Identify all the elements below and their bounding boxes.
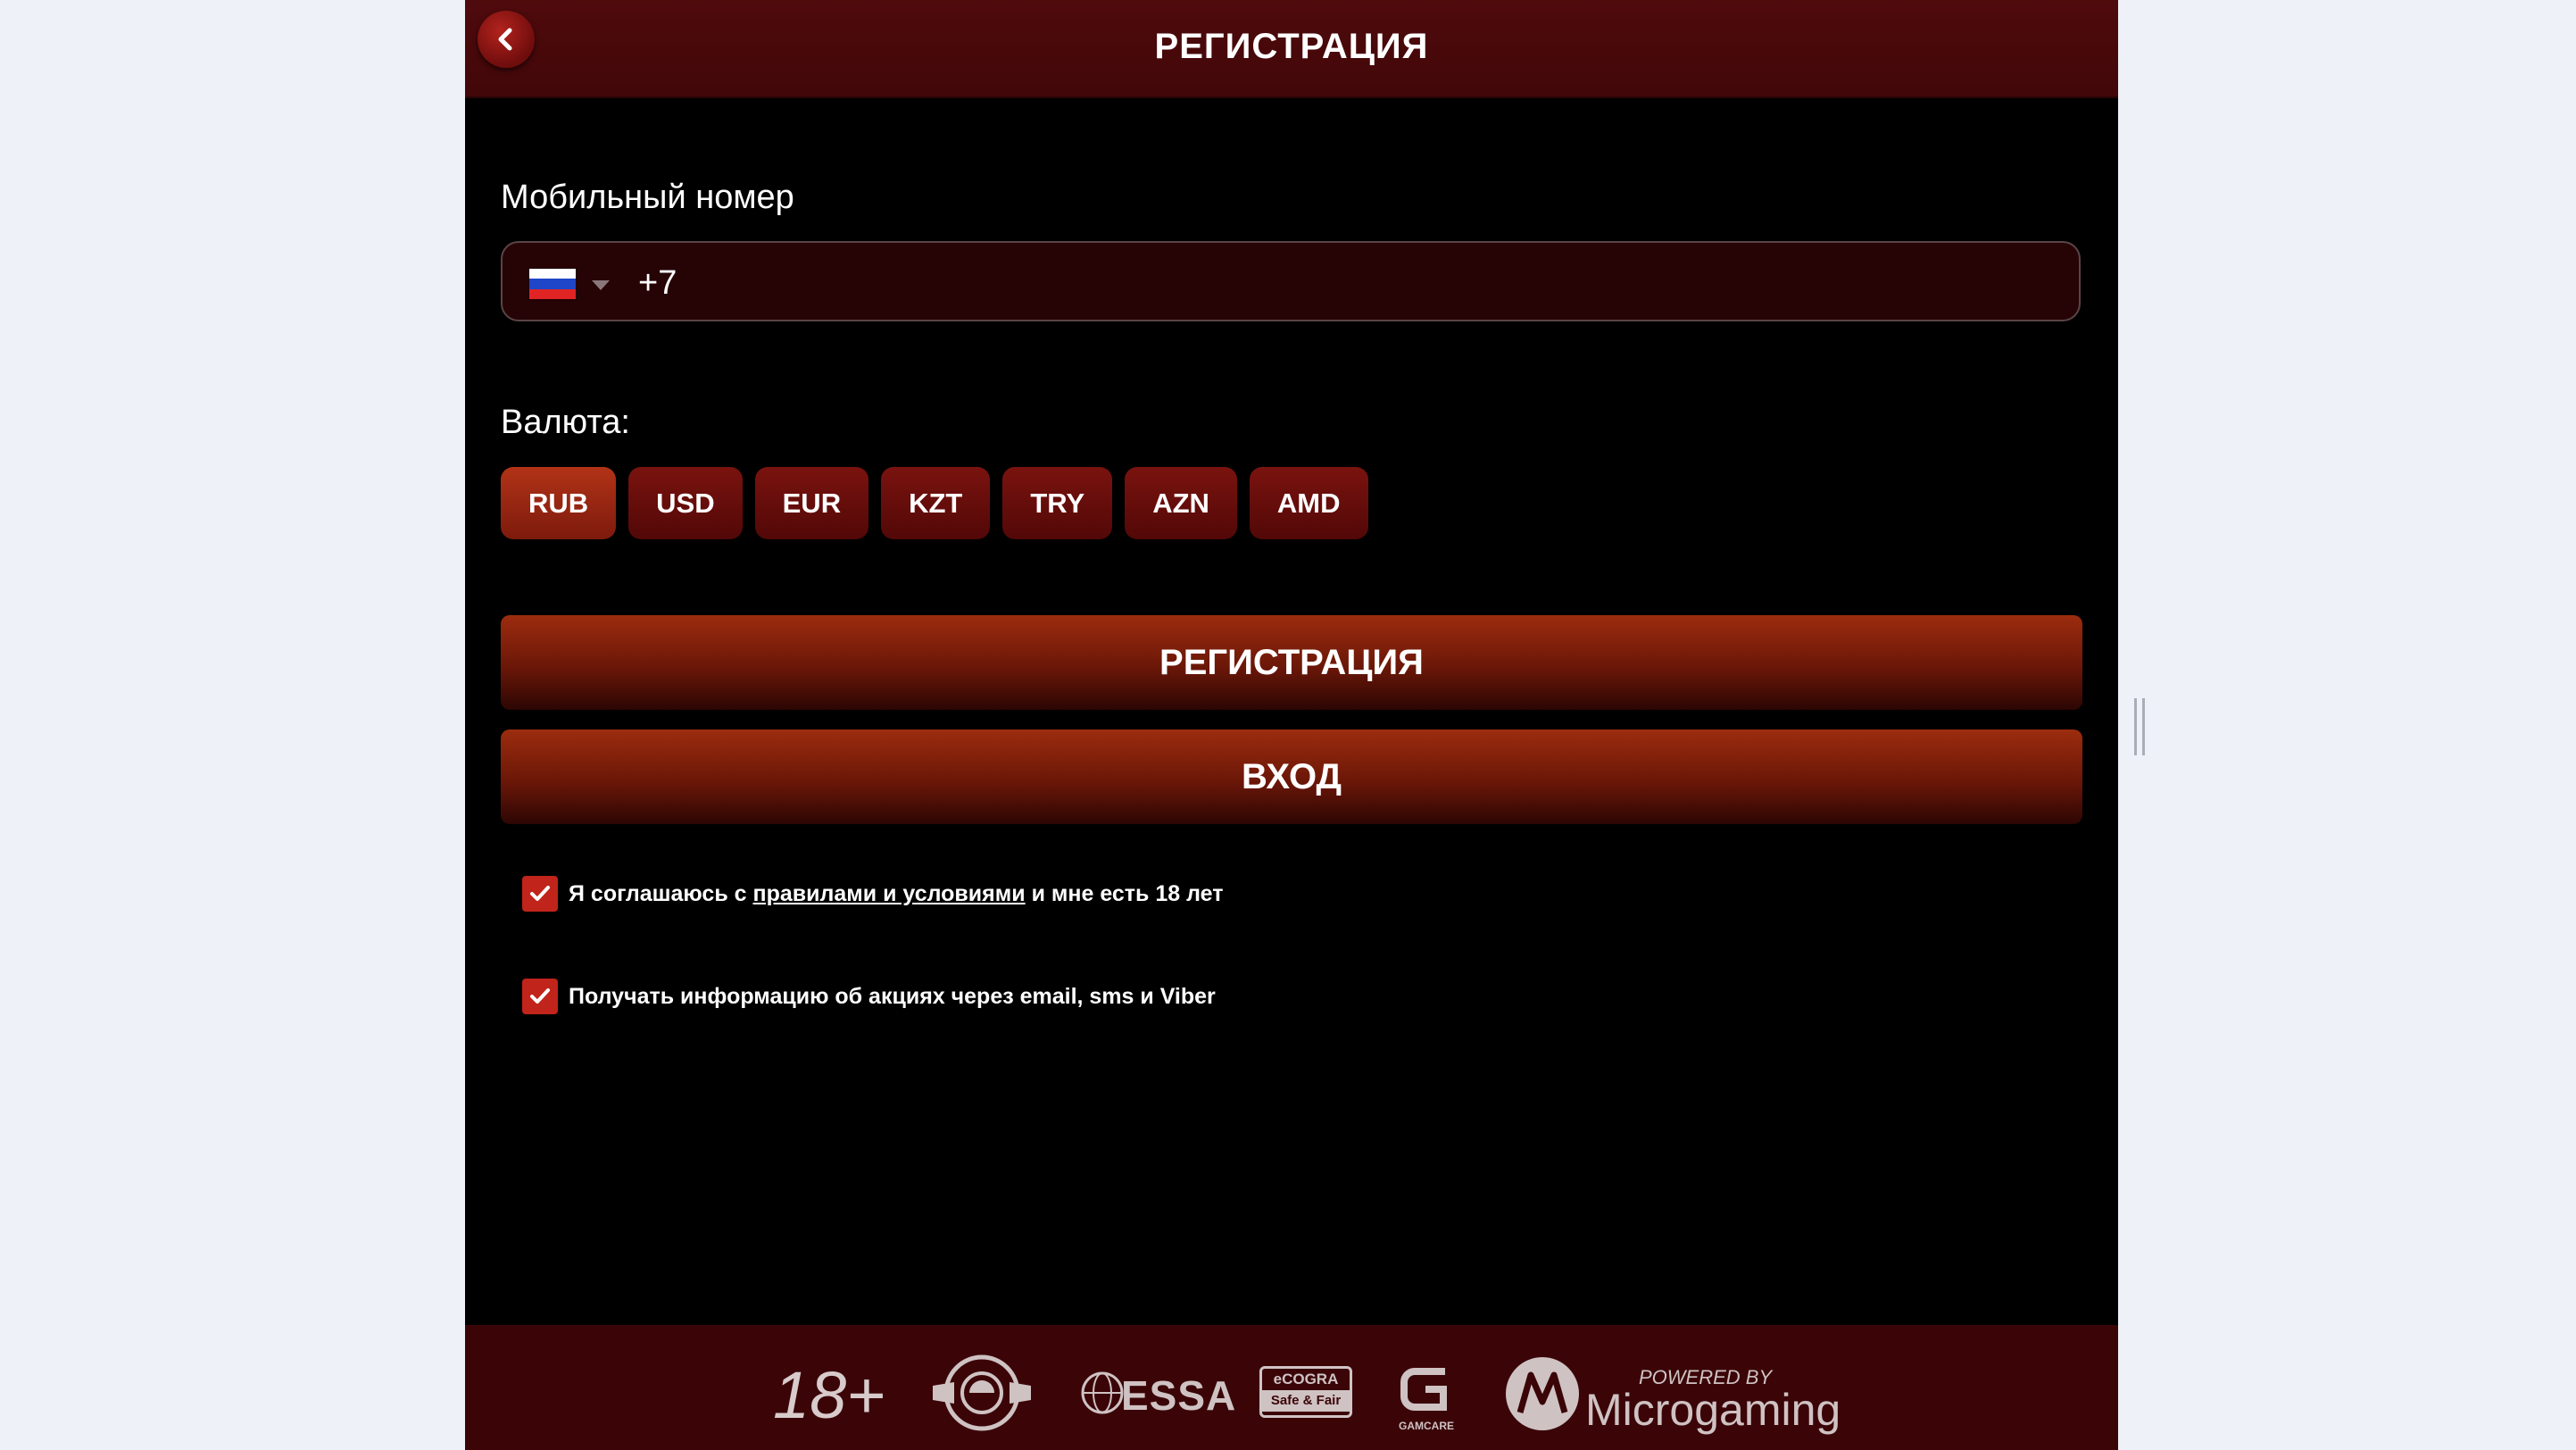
terms-checkbox[interactable]	[522, 876, 558, 912]
chevron-down-icon[interactable]	[592, 280, 610, 290]
footer: 18+ ESSA eCOGRA Safe & Fair GAMCARE POWE…	[465, 1325, 2118, 1450]
login-button[interactable]: ВХОД	[501, 729, 2082, 824]
terms-link[interactable]: правилами и условиями	[753, 881, 1026, 906]
currency-azn-button[interactable]: AZN	[1125, 467, 1237, 539]
register-button[interactable]: РЕГИСТРАЦИЯ	[501, 615, 2082, 710]
essa-logo: ESSA	[1121, 1372, 1237, 1419]
terms-text: Я соглашаюсь с правилами и условиями и м…	[569, 881, 1224, 907]
essa-globe-icon	[1081, 1371, 1124, 1414]
gamcare-logo-icon	[1400, 1368, 1447, 1411]
terms-text-before: Я соглашаюсь с	[569, 880, 753, 906]
resize-handle[interactable]	[2134, 698, 2145, 755]
ecogra-title: eCOGRA	[1273, 1371, 1339, 1388]
currency-try-button[interactable]: TRY	[1002, 467, 1113, 539]
phone-input[interactable]	[636, 255, 2050, 311]
phone-label: Мобильный номер	[501, 179, 794, 216]
ecogra-subtitle: Safe & Fair	[1262, 1390, 1350, 1412]
terms-text-after: и мне есть 18 лет	[1025, 880, 1224, 906]
terms-row: Я соглашаюсь с правилами и условиями и м…	[522, 876, 1224, 912]
checkmark-icon	[530, 886, 550, 901]
checkmark-icon	[530, 988, 550, 1004]
gamcare-label: GAMCARE	[1399, 1420, 1454, 1432]
microgaming-label: Microgaming	[1585, 1385, 1841, 1435]
currency-eur-button[interactable]: EUR	[754, 467, 869, 539]
microgaming-logo-icon	[1506, 1357, 1579, 1430]
certified-seal-icon	[933, 1354, 1031, 1431]
ecogra-logo: eCOGRA Safe & Fair	[1259, 1366, 1352, 1418]
promo-row: Получать информацию об акциях через emai…	[522, 979, 1216, 1014]
currency-kzt-button[interactable]: KZT	[881, 467, 991, 539]
currency-selector: RUB USD EUR KZT TRY AZN AMD	[501, 467, 1368, 539]
header-bar: РЕГИСТРАЦИЯ	[465, 0, 2118, 98]
phone-field	[501, 241, 2081, 321]
currency-rub-button[interactable]: RUB	[501, 467, 617, 539]
promo-checkbox[interactable]	[522, 979, 558, 1014]
russia-flag-icon[interactable]	[529, 269, 576, 299]
currency-label: Валюта:	[501, 404, 630, 441]
currency-usd-button[interactable]: USD	[628, 467, 743, 539]
page-title: РЕГИСТРАЦИЯ	[1154, 27, 1429, 66]
currency-amd-button[interactable]: AMD	[1249, 467, 1368, 539]
age-18-badge: 18+	[773, 1358, 885, 1432]
promo-text: Получать информацию об акциях через emai…	[569, 983, 1216, 1009]
registration-panel: РЕГИСТРАЦИЯ Мобильный номер Валюта: RUB …	[465, 0, 2118, 1450]
